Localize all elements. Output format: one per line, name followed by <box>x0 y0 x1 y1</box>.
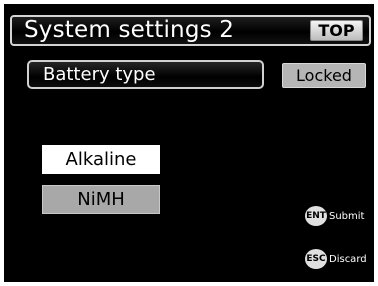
title-bar: System settings 2 TOP <box>10 15 371 46</box>
setting-field-battery-type: Battery type <box>27 60 264 89</box>
option-nimh[interactable]: NiMH <box>42 185 160 214</box>
submit-hint[interactable]: ENT Submit <box>305 206 364 226</box>
discard-hint[interactable]: ESC Discard <box>305 249 367 269</box>
ent-key-icon: ENT <box>305 206 327 226</box>
discard-label: Discard <box>329 253 367 265</box>
option-alkaline[interactable]: Alkaline <box>42 145 160 174</box>
setting-label: Battery type <box>43 64 156 85</box>
device-screen: System settings 2 TOP Battery type Locke… <box>4 4 374 282</box>
locked-status-badge: Locked <box>282 63 366 88</box>
esc-key-icon: ESC <box>305 249 327 269</box>
top-button[interactable]: TOP <box>310 20 363 41</box>
page-title: System settings 2 <box>24 17 235 43</box>
submit-label: Submit <box>329 210 365 222</box>
